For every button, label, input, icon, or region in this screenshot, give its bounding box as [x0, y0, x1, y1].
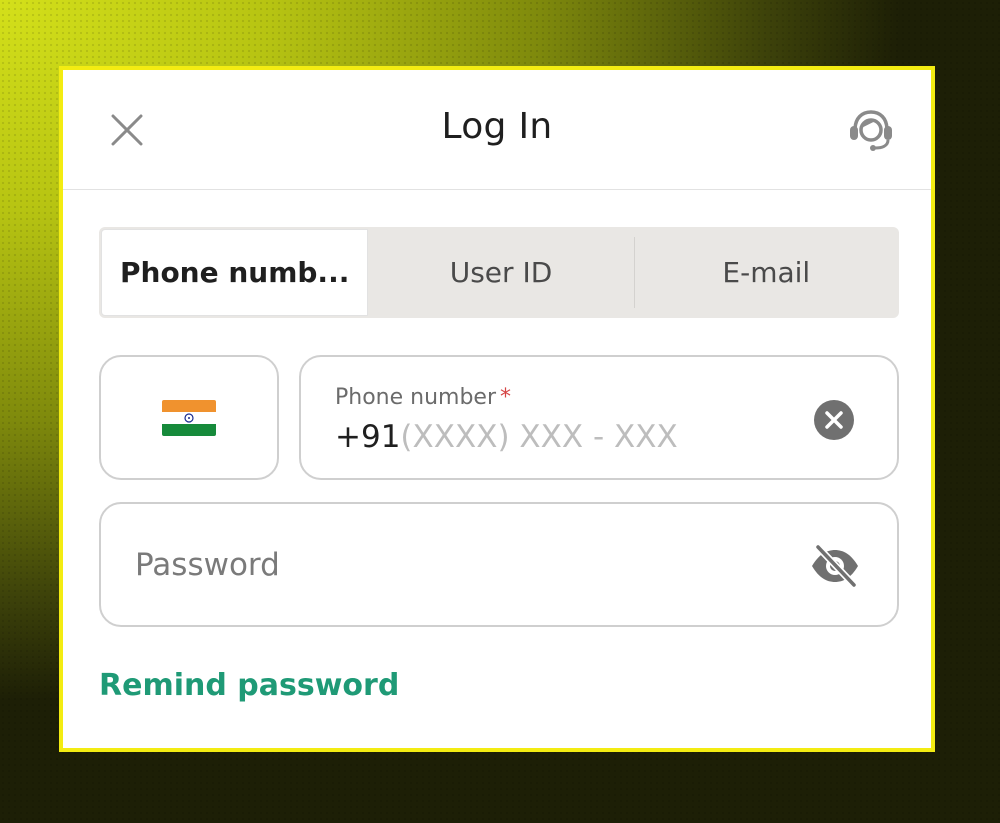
dialog-header: Log In	[63, 70, 931, 190]
support-button[interactable]	[843, 102, 899, 158]
phone-number-placeholder: (XXXX) XXX - XXX	[400, 419, 678, 455]
page-title: Log In	[441, 106, 553, 147]
clear-circle-icon	[814, 400, 854, 440]
phone-number-label: Phone number *	[335, 385, 511, 410]
phone-number-value[interactable]: +91 (XXXX) XXX - XXX	[335, 419, 678, 455]
tab-user-id[interactable]: User ID	[368, 227, 633, 318]
phone-number-label-text: Phone number	[335, 385, 497, 410]
required-mark: *	[500, 385, 512, 410]
toggle-password-visibility[interactable]	[809, 543, 861, 589]
country-code-selector[interactable]	[99, 355, 279, 480]
country-dial-code: +91	[335, 419, 401, 455]
india-flag-icon	[162, 399, 216, 436]
login-method-tabs: Phone numb... User ID E-mail	[99, 227, 899, 318]
login-dialog: Log In Phone numb... User ID E-mail Phon…	[59, 66, 935, 752]
remind-password-link[interactable]: Remind password	[99, 668, 399, 703]
phone-number-field[interactable]: Phone number * +91 (XXXX) XXX - XXX	[299, 355, 899, 480]
tab-email[interactable]: E-mail	[633, 227, 899, 318]
clear-phone-button[interactable]	[813, 399, 855, 441]
support-agent-icon	[850, 110, 892, 151]
password-input[interactable]	[135, 540, 735, 590]
tab-phone-number[interactable]: Phone numb...	[101, 229, 369, 316]
eye-off-icon	[812, 543, 858, 589]
password-field	[99, 502, 899, 627]
